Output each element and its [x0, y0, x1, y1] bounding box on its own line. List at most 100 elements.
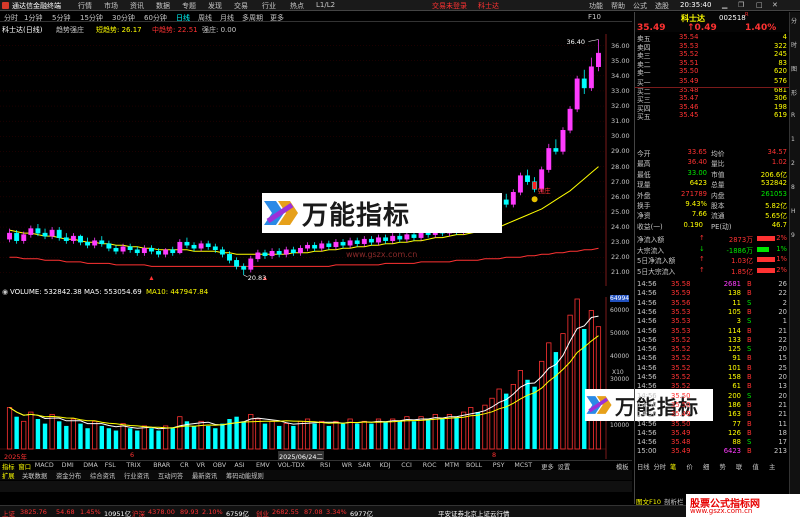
indicator-tab[interactable]: RSI — [320, 462, 330, 469]
side-strip-item[interactable]: 形 — [791, 88, 797, 97]
period-tab-5min[interactable]: 5分钟 — [52, 13, 70, 23]
indicator-tab[interactable]: MTM — [444, 462, 459, 469]
menu-item-trade[interactable]: 交易 — [234, 1, 248, 11]
extension-tab[interactable]: 综合资讯 — [90, 471, 115, 480]
extension-tab[interactable]: 最新资讯 — [192, 471, 217, 480]
login-notice[interactable]: 交易未登录 — [432, 1, 467, 11]
indicator-tab[interactable]: DMA — [83, 462, 98, 469]
quote-tab[interactable]: 分时 — [654, 462, 667, 471]
indicator-tab[interactable]: WR — [342, 462, 353, 469]
menu-item-level[interactable]: L1/L2 — [316, 1, 335, 9]
f10-button[interactable]: F10 — [588, 13, 601, 21]
period-tab-60min[interactable]: 60分钟 — [144, 13, 167, 23]
menu-item-function[interactable]: 功能 — [589, 1, 603, 11]
flow-row[interactable]: 5日净流入额 ↑ 1.03亿 1% — [635, 255, 789, 265]
side-strip-item[interactable]: 9 — [791, 232, 795, 239]
order-book-buy-row[interactable]: 买三 35.47 306 — [635, 94, 789, 104]
sz-index-label[interactable]: 沪深 — [132, 508, 145, 517]
f10-text-tab[interactable]: 图文F10 — [636, 496, 661, 506]
indicator-tab[interactable]: ASI — [234, 462, 244, 469]
period-tab-30min[interactable]: 30分钟 — [112, 13, 135, 23]
order-book-buy-row[interactable]: 买五 35.45 619 — [635, 111, 789, 121]
indicator-tab[interactable]: BRAR — [153, 462, 170, 469]
extension-tab[interactable]: 筹码动能规则 — [226, 471, 264, 480]
quote-tab[interactable]: 值 — [753, 462, 759, 471]
maximize-icon[interactable]: □ — [756, 1, 763, 9]
extension-tab[interactable]: 互动问答 — [158, 471, 183, 480]
menu-item-select-stock[interactable]: 选股 — [655, 1, 669, 11]
order-book-sell-row[interactable]: 卖三 35.52 245 — [635, 50, 789, 60]
volume-svg[interactable] — [0, 297, 632, 459]
indicator-tab[interactable]: MACD — [35, 462, 54, 469]
menu-item-news[interactable]: 资讯 — [130, 1, 144, 11]
order-book-sell-row[interactable]: 卖四 35.53 322 — [635, 42, 789, 52]
order-book-sell-row[interactable]: 卖五 35.54 4 — [635, 33, 789, 43]
extension-tab[interactable]: 资金分布 — [56, 471, 81, 480]
period-tab-more[interactable]: 更多 — [270, 13, 284, 23]
quote-tab[interactable]: 价 — [687, 462, 693, 471]
side-strip-item[interactable]: 2 — [791, 160, 795, 167]
order-book-sell-row[interactable]: 卖二 35.51 83 — [635, 59, 789, 69]
quote-tab[interactable]: 主 — [769, 462, 775, 471]
order-book-buy-row[interactable]: 买一 35.49 576 — [635, 77, 789, 87]
extension-tab[interactable]: 扩展 — [2, 471, 15, 480]
period-tab-monthly[interactable]: 月线 — [220, 13, 234, 23]
indicator-tab[interactable]: EMV — [256, 462, 270, 469]
period-tab-multi[interactable]: 多周期 — [242, 13, 263, 23]
minimize-icon[interactable]: ▁ — [722, 1, 727, 9]
restore-icon[interactable]: ❐ — [738, 1, 744, 9]
side-strip-item[interactable]: 图 — [791, 64, 797, 73]
indicator-tab[interactable]: DMI — [62, 462, 74, 469]
period-tab-daily[interactable]: 日线 — [176, 13, 190, 23]
indicator-tab[interactable]: OBV — [213, 462, 226, 469]
analysis-tab[interactable]: 剖析栏 — [664, 496, 684, 506]
sh-index-label[interactable]: 上证 — [2, 508, 15, 517]
extension-tab[interactable]: 关联数据 — [22, 471, 47, 480]
menu-item-formula[interactable]: 公式 — [633, 1, 647, 11]
side-strip-item[interactable]: 时 — [791, 40, 797, 49]
indicator-tab[interactable]: VR — [196, 462, 205, 469]
menu-item-industry[interactable]: 行业 — [262, 1, 276, 11]
quote-tab[interactable]: 笔 — [670, 462, 676, 471]
side-strip-item[interactable]: H — [791, 208, 796, 215]
flow-row[interactable]: 净流入额 ↑ 2873万 2% — [635, 234, 789, 244]
close-icon[interactable]: ✕ — [772, 1, 778, 9]
menu-item-data[interactable]: 数据 — [156, 1, 170, 11]
quote-tab[interactable]: 联 — [736, 462, 742, 471]
indicator-tab[interactable]: KDJ — [380, 462, 391, 469]
menu-item-discover[interactable]: 发现 — [208, 1, 222, 11]
period-tab-weekly[interactable]: 周线 — [198, 13, 212, 23]
menu-item-topics[interactable]: 专题 — [182, 1, 196, 11]
menu-item-help[interactable]: 帮助 — [611, 1, 625, 11]
side-strip-item[interactable]: 1 — [791, 136, 795, 143]
side-strip-item[interactable]: 8 — [791, 184, 795, 191]
side-strip-item[interactable]: R — [791, 112, 795, 119]
order-book-sell-row[interactable]: 卖一 35.50 620 — [635, 67, 789, 77]
cy-index-label[interactable]: 创业 — [256, 508, 269, 517]
menu-item-market[interactable]: 行情 — [78, 1, 92, 11]
menu-item-exchange[interactable]: 市场 — [104, 1, 118, 11]
indicator-tab[interactable]: PSY — [493, 462, 505, 469]
kline-svg[interactable] — [0, 34, 632, 286]
indicator-tab[interactable]: TRIX — [126, 462, 140, 469]
order-book-buy-row[interactable]: 买四 35.46 198 — [635, 103, 789, 113]
quote-tab[interactable]: 日线 — [637, 462, 650, 471]
period-tab-15min[interactable]: 15分钟 — [80, 13, 103, 23]
tick-list[interactable]: 14:56 35.58 2681 B 26 14:56 35.59 138 B 22 14:56 35… — [635, 280, 789, 455]
kline-chart[interactable]: 36.00 35.00 34.00 33.00 32.00 31.00 30.00 29.00… — [0, 34, 632, 286]
volume-chart[interactable]: 64994600005000040000300002000010000 X10 … — [0, 295, 632, 461]
side-strip-item[interactable]: 分 — [791, 16, 797, 25]
indicator-tab[interactable]: CCI — [401, 462, 412, 469]
quote-tab[interactable]: 势 — [720, 462, 726, 471]
menu-item-hot[interactable]: 热点 — [290, 1, 304, 11]
period-tab-1min[interactable]: 1分钟 — [24, 13, 42, 23]
flow-row[interactable]: 大宗流入 ↓ -1886万 1% — [635, 245, 789, 255]
period-tab-timeshare[interactable]: 分时 — [4, 13, 18, 23]
indicator-tab[interactable]: VOL-TDX — [278, 462, 305, 469]
indicator-tab[interactable]: MCST — [514, 462, 532, 469]
indicator-tab[interactable]: BOLL — [466, 462, 482, 469]
flow-row[interactable]: 5日大宗流入 ↑ 1.85亿 2% — [635, 266, 789, 276]
indicator-tab[interactable]: ROC — [423, 462, 437, 469]
indicator-tab[interactable]: CR — [180, 462, 189, 469]
quote-tab[interactable]: 细 — [703, 462, 709, 471]
